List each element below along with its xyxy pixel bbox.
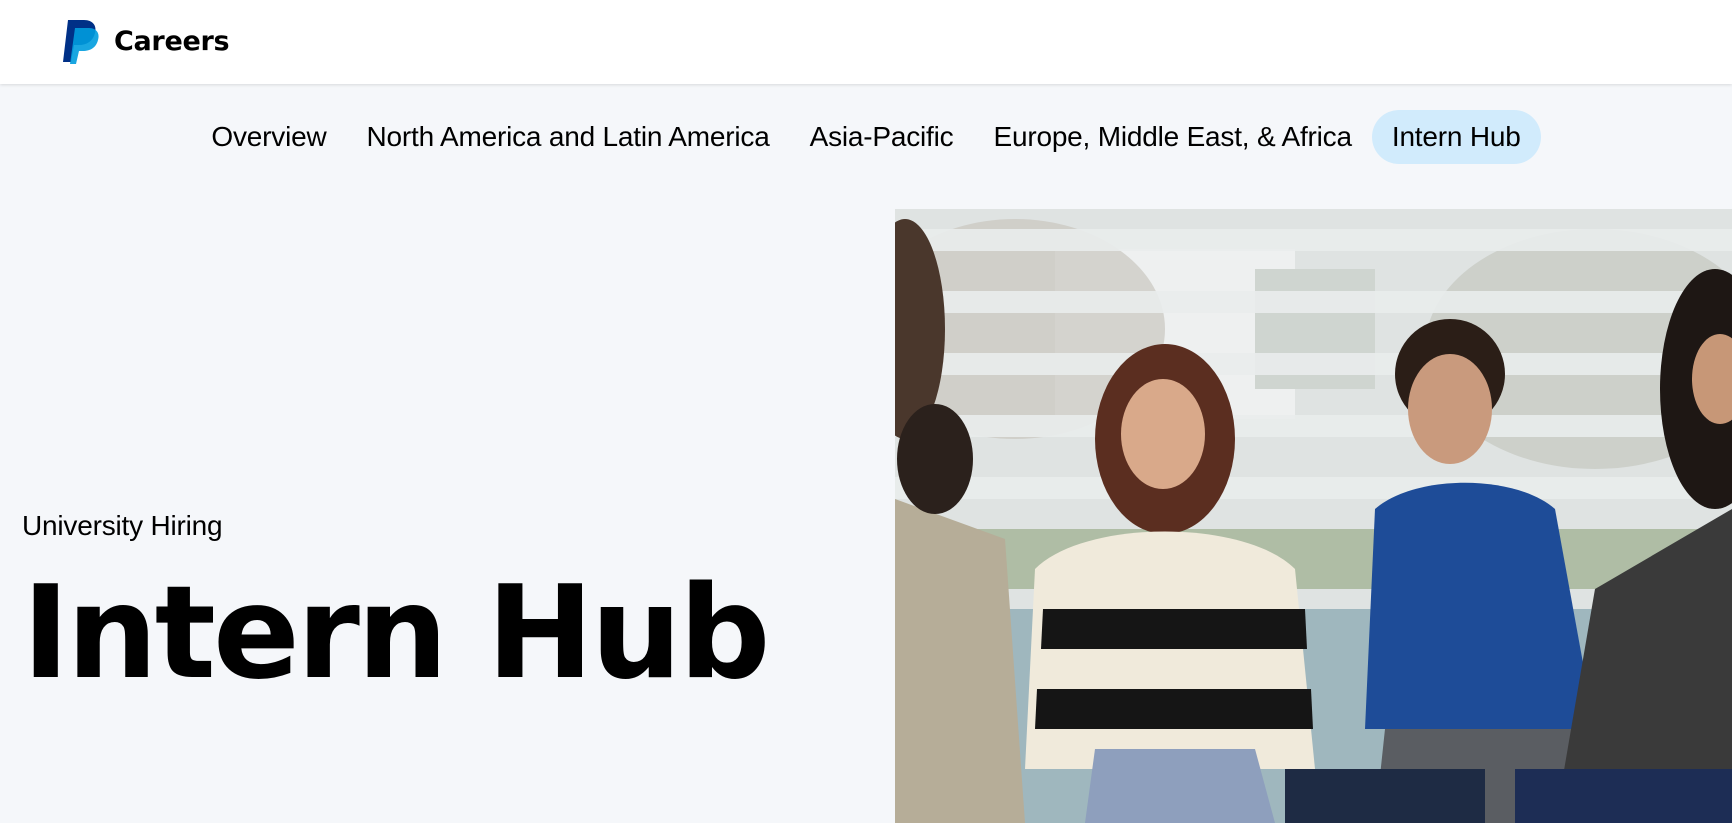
nav-item-emea[interactable]: Europe, Middle East, & Africa — [973, 110, 1371, 164]
hero-eyebrow: University Hiring — [22, 510, 223, 541]
paypal-logo-icon — [62, 18, 100, 64]
hero-text: University Hiring Intern Hub — [22, 510, 770, 708]
brand-link[interactable]: Careers — [62, 17, 230, 65]
site-header: Careers — [0, 0, 1732, 84]
photo-icon — [895, 209, 1732, 823]
nav-item-asia-pacific[interactable]: Asia-Pacific — [790, 110, 974, 164]
page-title: Intern Hub — [22, 559, 770, 708]
nav-item-overview[interactable]: Overview — [191, 110, 346, 164]
region-nav: Overview North America and Latin America… — [0, 110, 1732, 164]
nav-item-intern-hub[interactable]: Intern Hub — [1371, 110, 1541, 164]
nav-item-north-america-latin-america[interactable]: North America and Latin America — [346, 110, 789, 164]
hero-image — [895, 209, 1732, 823]
brand-label: Careers — [114, 25, 230, 57]
